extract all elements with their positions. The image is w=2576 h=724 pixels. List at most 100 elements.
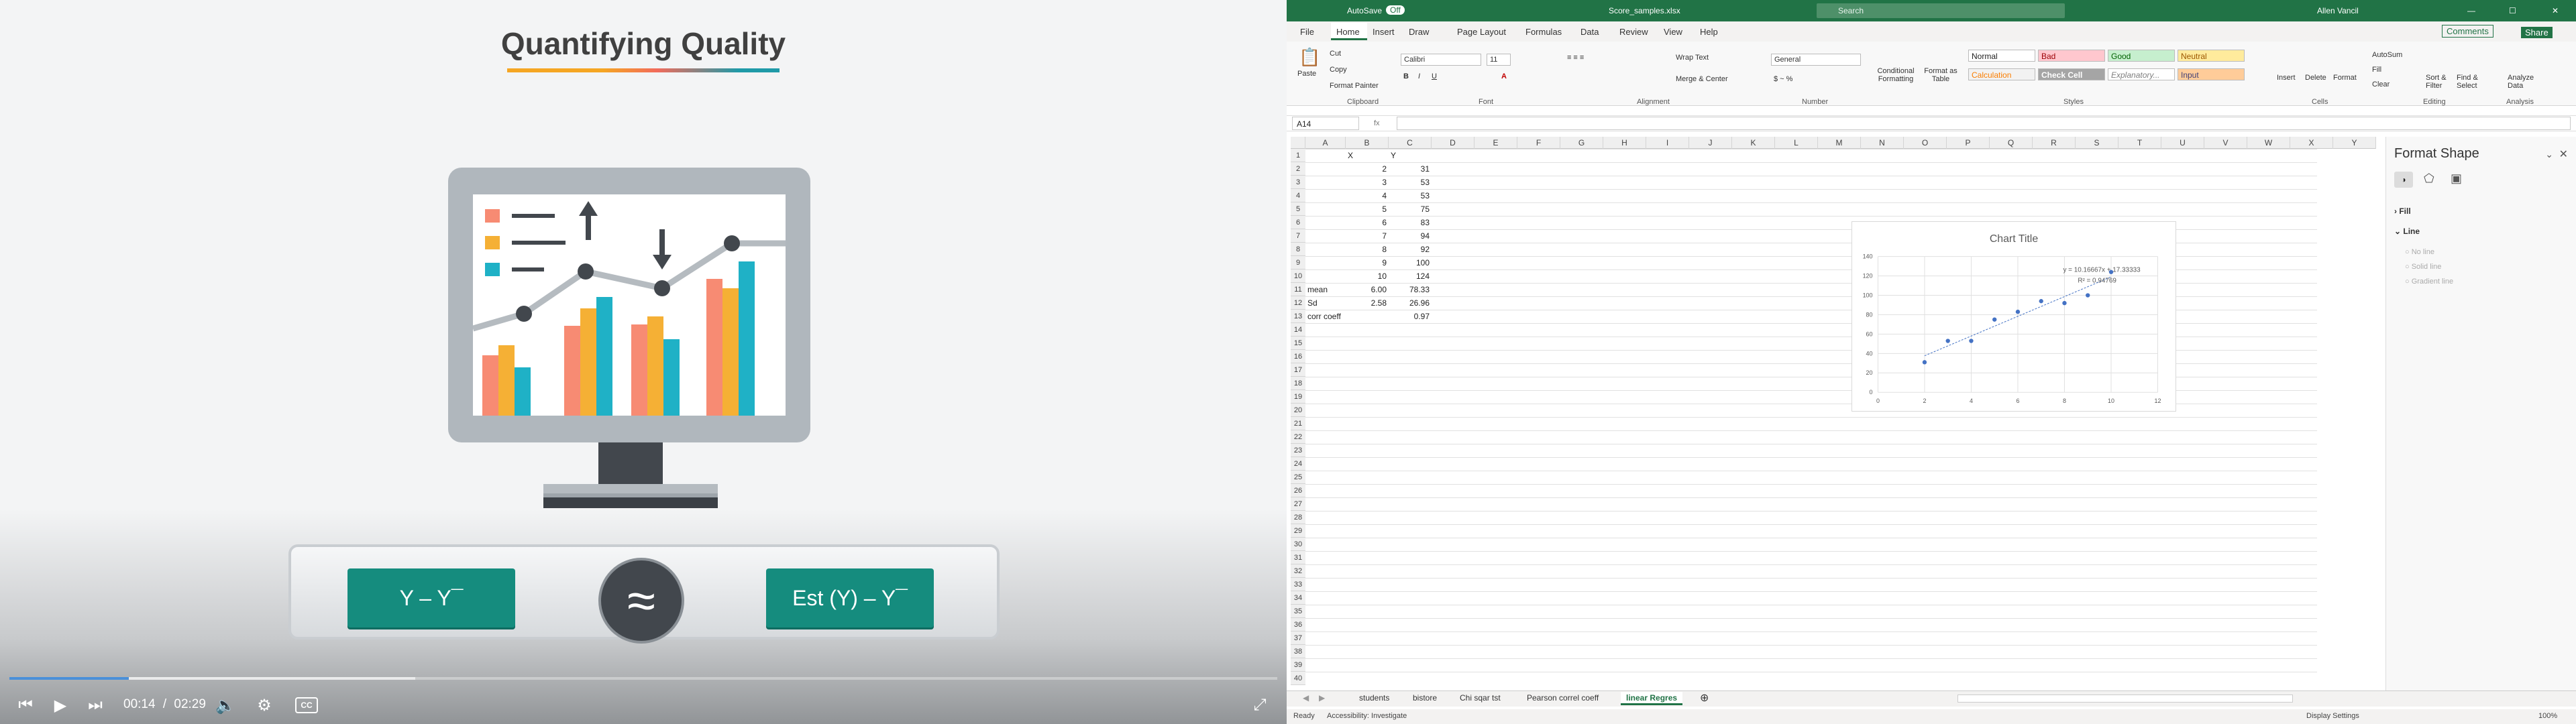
sort-filter-button[interactable]: Sort & Filter: [2426, 74, 2453, 90]
size-properties-icon[interactable]: ▣: [2451, 172, 2462, 186]
row-header-17[interactable]: 17: [1291, 363, 1305, 377]
column-header-p[interactable]: P: [1947, 137, 1990, 149]
row-header-21[interactable]: 21: [1291, 417, 1305, 430]
row-header-5[interactable]: 5: [1291, 202, 1305, 216]
cell-x[interactable]: 5: [1346, 202, 1389, 216]
cell-b1[interactable]: X: [1346, 149, 1389, 162]
gradient-line-radio[interactable]: ○ Gradient line: [2405, 278, 2453, 286]
close-icon[interactable]: ✕: [2552, 6, 2559, 15]
cell-mean-label[interactable]: mean: [1305, 283, 1346, 296]
tab-formulas[interactable]: Formulas: [1525, 27, 1562, 37]
cell-x[interactable]: 7: [1346, 229, 1389, 243]
merge-center-button[interactable]: Merge & Center: [1676, 75, 1728, 83]
column-header-f[interactable]: F: [1517, 137, 1560, 149]
font-size-select[interactable]: 11: [1487, 54, 1511, 66]
row-header-14[interactable]: 14: [1291, 323, 1305, 337]
bold-icon[interactable]: B: [1403, 72, 1409, 80]
clear-button[interactable]: Clear: [2372, 80, 2390, 88]
column-header-h[interactable]: H: [1603, 137, 1646, 149]
column-header-o[interactable]: O: [1904, 137, 1947, 149]
cell-y[interactable]: 75: [1389, 202, 1432, 216]
skip-back-icon[interactable]: ⏮: [13, 695, 38, 716]
row-header-16[interactable]: 16: [1291, 350, 1305, 363]
paste-button[interactable]: Paste: [1297, 70, 1316, 78]
row-header-3[interactable]: 3: [1291, 176, 1305, 189]
column-header-m[interactable]: M: [1818, 137, 1861, 149]
cell-corr-label[interactable]: corr coeff: [1305, 310, 1346, 323]
sheet-tab-chi-sqar[interactable]: Chi sqar tst: [1454, 692, 1506, 705]
share-button[interactable]: Share: [2521, 27, 2553, 38]
row-header-22[interactable]: 22: [1291, 430, 1305, 444]
cell-mean-x[interactable]: 6.00: [1346, 283, 1389, 296]
cell-x[interactable]: 3: [1346, 176, 1389, 189]
column-header-r[interactable]: R: [2033, 137, 2076, 149]
analyze-data-button[interactable]: Analyze Data: [2508, 74, 2537, 90]
row-header-30[interactable]: 30: [1291, 538, 1305, 551]
video-player[interactable]: Quantifying Quality Y – Y¯ ≈ Est (Y) – Y…: [0, 0, 1287, 724]
row-header-40[interactable]: 40: [1291, 672, 1305, 685]
column-header-x[interactable]: X: [2290, 137, 2333, 149]
tab-scroll-left-icon[interactable]: ◀: [1297, 692, 1314, 705]
row-header-18[interactable]: 18: [1291, 377, 1305, 390]
column-header-t[interactable]: T: [2118, 137, 2161, 149]
style-input[interactable]: Input: [2178, 68, 2245, 80]
cell-mean-y[interactable]: 78.33: [1389, 283, 1432, 296]
style-normal[interactable]: Normal: [1968, 50, 2035, 62]
cell-x[interactable]: 9: [1346, 256, 1389, 269]
row-header-2[interactable]: 2: [1291, 162, 1305, 176]
chevron-down-icon[interactable]: ⌄: [2545, 149, 2553, 160]
cell-y[interactable]: 53: [1389, 189, 1432, 202]
row-header-15[interactable]: 15: [1291, 337, 1305, 350]
row-header-9[interactable]: 9: [1291, 256, 1305, 269]
format-as-table-button[interactable]: Format as Table: [1924, 67, 1957, 83]
cell-x[interactable]: 6: [1346, 216, 1389, 229]
autosave-toggle[interactable]: Off: [1386, 5, 1405, 15]
cell-y[interactable]: 31: [1389, 162, 1432, 176]
style-calculation[interactable]: Calculation: [1968, 68, 2035, 80]
column-header-k[interactable]: K: [1732, 137, 1775, 149]
fill-line-icon[interactable]: ◑: [2394, 172, 2413, 188]
autosum-button[interactable]: AutoSum: [2372, 51, 2402, 59]
column-header-w[interactable]: W: [2247, 137, 2290, 149]
row-header-13[interactable]: 13: [1291, 310, 1305, 323]
horizontal-scrollbar[interactable]: [1957, 695, 2293, 703]
cell-x[interactable]: 10: [1346, 269, 1389, 283]
tab-page-layout[interactable]: Page Layout: [1457, 27, 1506, 37]
style-bad[interactable]: Bad: [2038, 50, 2105, 62]
column-header-l[interactable]: L: [1775, 137, 1818, 149]
tab-view[interactable]: View: [1664, 27, 1682, 37]
cell-x[interactable]: 4: [1346, 189, 1389, 202]
column-header-y[interactable]: Y: [2333, 137, 2376, 149]
font-name-select[interactable]: Calibri: [1401, 54, 1481, 66]
cell-y[interactable]: 124: [1389, 269, 1432, 283]
row-header-24[interactable]: 24: [1291, 457, 1305, 471]
row-header-39[interactable]: 39: [1291, 658, 1305, 672]
name-box[interactable]: A14: [1292, 117, 1359, 130]
no-line-radio[interactable]: ○ No line: [2405, 248, 2434, 256]
zoom-level[interactable]: 100%: [2538, 712, 2557, 720]
copy-button[interactable]: Copy: [1330, 66, 1347, 74]
row-header-1[interactable]: 1: [1291, 149, 1305, 162]
column-header-c[interactable]: C: [1389, 137, 1432, 149]
font-color-icon[interactable]: A: [1501, 72, 1507, 80]
number-format-select[interactable]: General: [1771, 54, 1861, 66]
style-check-cell[interactable]: Check Cell: [2038, 68, 2105, 80]
paste-icon[interactable]: 📋: [1299, 47, 1320, 68]
row-header-11[interactable]: 11: [1291, 283, 1305, 296]
column-header-a[interactable]: A: [1305, 137, 1346, 149]
column-header-s[interactable]: S: [2076, 137, 2118, 149]
cell-x[interactable]: 8: [1346, 243, 1389, 256]
tab-file[interactable]: File: [1300, 27, 1314, 37]
currency-icon[interactable]: $ ~ %: [1774, 75, 1792, 83]
row-header-27[interactable]: 27: [1291, 497, 1305, 511]
row-header-35[interactable]: 35: [1291, 605, 1305, 618]
row-header-12[interactable]: 12: [1291, 296, 1305, 310]
cell-y[interactable]: 83: [1389, 216, 1432, 229]
cell-y[interactable]: 53: [1389, 176, 1432, 189]
column-header-u[interactable]: U: [2161, 137, 2204, 149]
row-header-33[interactable]: 33: [1291, 578, 1305, 591]
row-header-20[interactable]: 20: [1291, 404, 1305, 417]
cut-button[interactable]: Cut: [1330, 50, 1341, 58]
row-header-23[interactable]: 23: [1291, 444, 1305, 457]
cell-x[interactable]: 2: [1346, 162, 1389, 176]
